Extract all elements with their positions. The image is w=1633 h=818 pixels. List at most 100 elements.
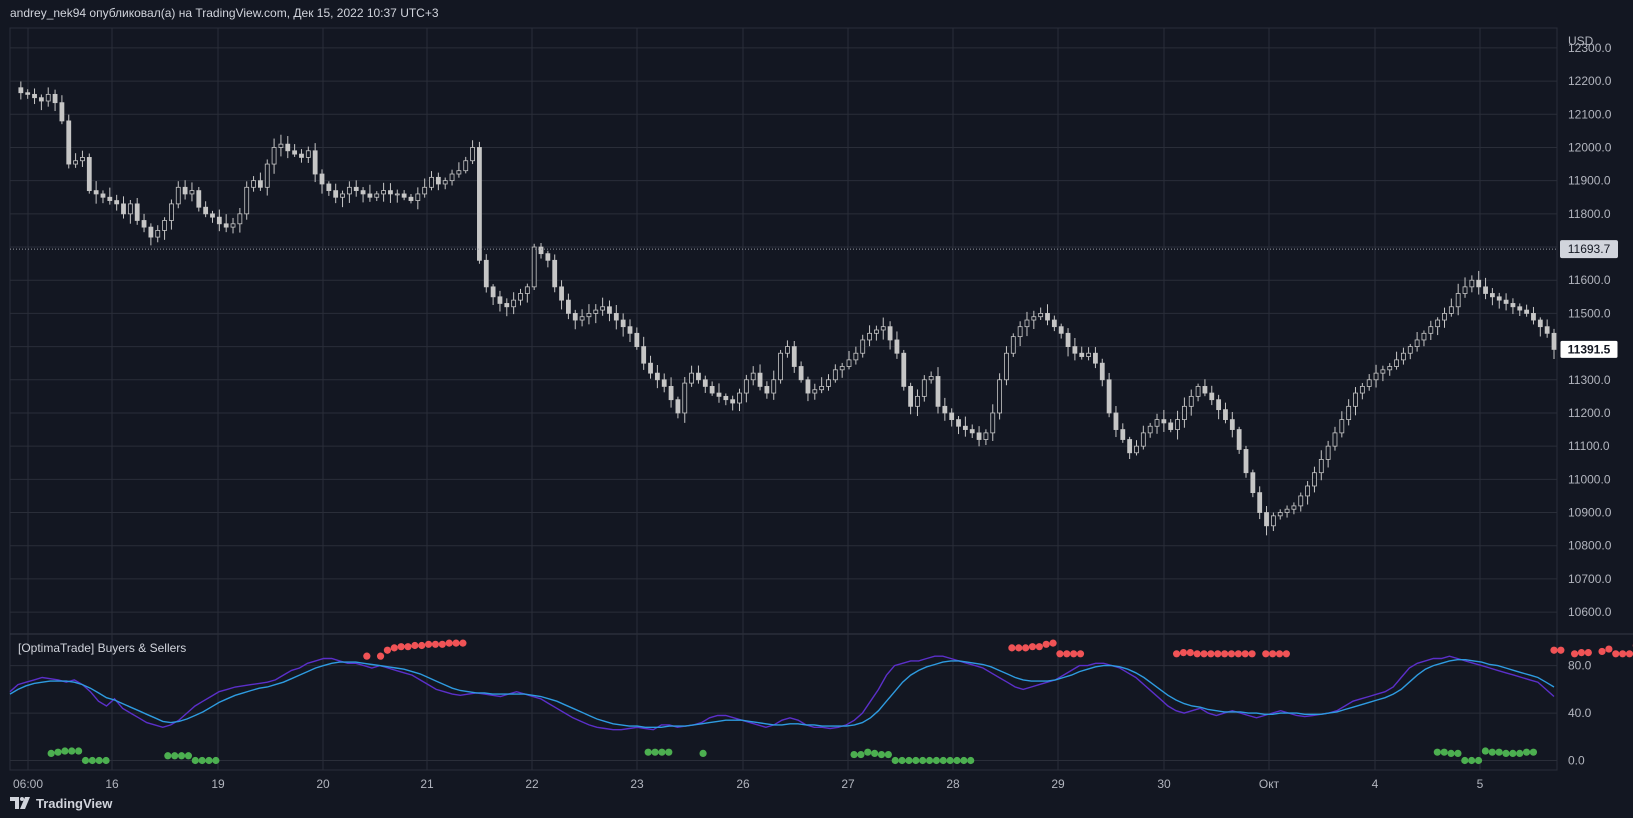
candle-body — [1079, 352, 1085, 357]
candle-body — [32, 93, 37, 99]
sellers-dot — [1070, 650, 1078, 658]
sellers-dot — [376, 652, 385, 660]
candle-body — [415, 193, 421, 201]
sellers-dot — [1619, 650, 1627, 658]
candle-body — [757, 372, 763, 387]
candle-body — [675, 399, 681, 414]
y-tick-label: 12100.0 — [1568, 107, 1612, 121]
candle-body — [1216, 399, 1222, 411]
candle-body — [1168, 422, 1174, 430]
candle-body — [422, 186, 428, 195]
buyers-dot — [1495, 748, 1503, 756]
buyers-dot — [953, 756, 961, 765]
sellers-dot — [1275, 650, 1284, 658]
buyers-dot — [960, 756, 968, 765]
candle-body — [1106, 379, 1112, 414]
buyers-dot — [651, 748, 659, 756]
x-tick-label: 5 — [1477, 777, 1484, 790]
sellers-dot — [1282, 650, 1290, 658]
buyers-dot — [61, 747, 69, 755]
candle-body — [388, 190, 393, 195]
candle-body — [1277, 512, 1283, 517]
candle-body — [1490, 293, 1495, 298]
candle-body — [860, 339, 866, 354]
candle-body — [1325, 445, 1331, 460]
candle-body — [442, 180, 448, 185]
candle-body — [305, 150, 311, 158]
sellers-dot — [445, 639, 453, 647]
buyers-dot — [857, 750, 865, 759]
candle-body — [682, 382, 688, 414]
y-tick-label: 11000.0 — [1568, 472, 1611, 486]
sellers-dot — [1248, 650, 1256, 658]
candle-body — [559, 286, 564, 301]
x-tick-label: 22 — [525, 777, 539, 790]
candle-body — [1045, 313, 1050, 321]
candle-body — [538, 246, 544, 255]
candle-body — [86, 157, 92, 192]
y-tick-label: 11600.0 — [1568, 273, 1611, 287]
x-tick-label: 29 — [1051, 777, 1065, 790]
candle-body — [1414, 339, 1420, 347]
candle-body — [1147, 425, 1153, 434]
ind-y-tick-label: 0.0 — [1568, 754, 1585, 768]
tradingview-footer[interactable]: TradingView — [10, 794, 112, 812]
x-tick-label: 23 — [630, 777, 644, 790]
candle-body — [887, 326, 893, 341]
buyers-dot — [644, 748, 652, 756]
candle-body — [737, 392, 742, 404]
candle-body — [785, 346, 790, 354]
candle-body — [182, 186, 188, 195]
candle-body — [956, 419, 961, 427]
candle-body — [504, 303, 510, 308]
candle-body — [1496, 296, 1502, 301]
candle-body — [340, 193, 345, 198]
sellers-dot — [1028, 643, 1037, 651]
candle-body — [716, 392, 722, 397]
candle-body — [976, 432, 982, 440]
candle-body — [100, 193, 106, 198]
candle-body — [1435, 319, 1441, 328]
candle-body — [1339, 419, 1345, 434]
buyers-dot — [905, 756, 913, 765]
candle-body — [600, 306, 606, 311]
candle-body — [346, 186, 352, 195]
candle-body — [1448, 306, 1454, 314]
x-tick-label: 21 — [420, 777, 434, 790]
candle-body — [791, 346, 797, 367]
candle-body — [1031, 316, 1037, 321]
candle-body — [401, 193, 407, 198]
price-chart[interactable]: 10600.0 10700.0 10800.0 10900.0 11000.0 11100… — [0, 0, 1633, 790]
buyers-dot — [1433, 748, 1441, 756]
sellers-dot — [363, 652, 371, 660]
candle-body — [435, 176, 441, 185]
candle-body — [18, 87, 24, 94]
x-tick-label: 16 — [105, 777, 119, 790]
buyers-dot — [946, 756, 954, 765]
candle-body — [1270, 515, 1276, 527]
x-tick-label: 27 — [841, 777, 855, 790]
candle-body — [935, 376, 941, 407]
y-tick-label: 10700.0 — [1568, 572, 1612, 586]
candle-body — [1380, 369, 1386, 374]
sellers-dot — [452, 639, 460, 647]
candle-body — [867, 332, 872, 341]
candle-body — [1332, 432, 1338, 447]
candle-body — [702, 379, 708, 387]
sellers-dot — [1227, 650, 1236, 658]
buyers-dot — [699, 749, 707, 757]
candle-body — [1510, 303, 1516, 308]
sellers-dot — [1625, 650, 1633, 658]
sellers-dot — [390, 644, 398, 652]
y-tick-label: 11100.0 — [1568, 439, 1610, 453]
candle-body — [826, 379, 831, 387]
sellers-dot — [1035, 643, 1043, 651]
sellers-dot — [1269, 650, 1277, 658]
x-tick-label: 28 — [946, 777, 960, 790]
candle-body — [134, 203, 140, 221]
candle-body — [648, 362, 653, 374]
candle-body — [1120, 429, 1126, 440]
candle-body — [230, 223, 236, 228]
candle-body — [839, 366, 845, 371]
ind-y-tick-label: 40.0 — [1568, 706, 1592, 720]
